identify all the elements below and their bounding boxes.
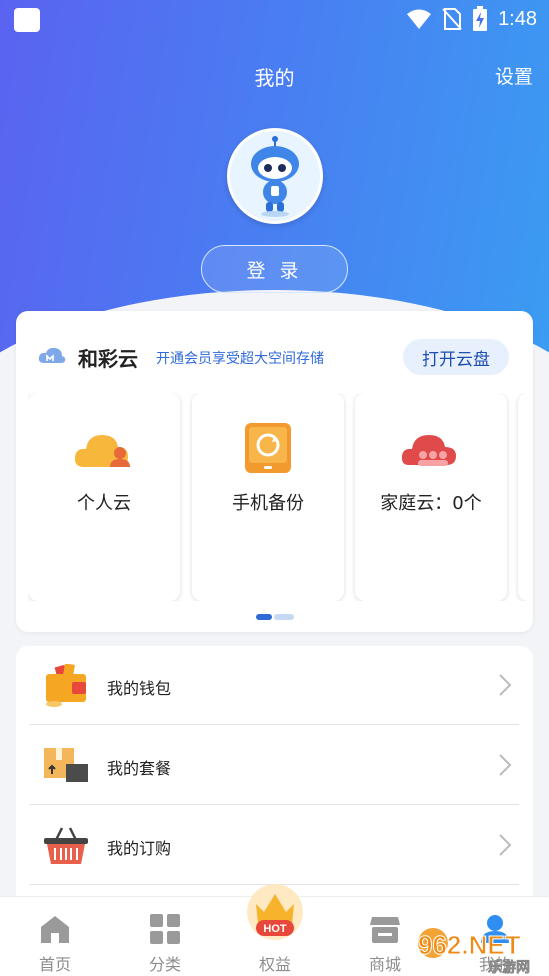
tile-family-cloud[interactable]: 家庭云：0个 [355,393,507,601]
tile-phone-backup[interactable]: 手机备份 [192,393,344,601]
robot-mascot-icon [251,136,299,217]
open-cloud-button[interactable]: 打开云盘 [403,339,509,375]
cloud-logo-icon [38,347,66,363]
login-button[interactable]: 登 录 [201,245,348,293]
cloud-tiles-carousel[interactable]: 个人云 手机备份 家庭云：0个 [28,393,533,601]
page-dot-active [256,614,272,620]
nav-label: 首页 [38,955,71,974]
tile-personal-cloud[interactable]: 个人云 [28,393,180,601]
menu-item-wallet[interactable]: 我的钱包 [16,646,533,725]
notification-icon [14,8,40,32]
menu-label: 我的订购 [107,839,172,858]
family-cloud-icon [401,435,456,466]
store-icon [370,917,400,943]
wallet-icon [46,664,86,707]
settings-link[interactable]: 设置 [495,62,533,89]
title-bar: 我的 设置 [0,60,549,92]
category-icon [150,914,180,944]
menu-item-orders[interactable]: 我的订购 [16,806,533,885]
personal-cloud-icon [74,435,130,467]
hot-badge-text: HOT [263,923,287,935]
rights-icon[interactable]: HOT [246,882,304,942]
nav-label: 权益 [258,955,291,974]
menu-label: 我的钱包 [107,679,172,698]
divider [30,804,519,805]
phone-backup-icon [245,423,291,473]
watermark-subtext: 乐游网 [488,959,530,976]
nav-home[interactable]: 首页 [0,897,110,976]
menu-list: 我的钱包 我的套餐 我的订购 [16,646,533,896]
chevron-right-icon [499,674,512,696]
tile-label: 家庭云：0个 [380,493,482,514]
home-icon [41,916,69,943]
nav-label: 分类 [148,955,181,974]
cloud-promo-text[interactable]: 开通会员享受超大空间存储 [156,348,324,368]
page-title: 我的 [254,66,295,90]
package-icon [44,748,88,782]
chevron-right-icon [499,834,512,856]
nav-category[interactable]: 分类 [110,897,220,976]
avatar[interactable] [227,128,323,224]
watermark-text: 962.NET [418,930,521,960]
clock: 1:48 [498,7,537,30]
carousel-page-indicator [256,614,294,620]
watermark-logo: 962.NET 乐游网 [418,928,530,976]
cloud-brand-name: 和彩云 [78,347,138,371]
no-sim-icon [442,8,462,30]
tile-label: 手机备份 [232,493,304,514]
status-bar: 1:48 [0,0,549,38]
basket-icon [44,827,88,864]
wifi-icon [407,9,432,29]
cloud-header: 和彩云 开通会员享受超大空间存储 打开云盘 [16,339,533,375]
menu-item-package[interactable]: 我的套餐 [16,726,533,805]
tile-next-partial[interactable] [518,393,533,601]
divider [30,724,519,725]
chevron-right-icon [499,754,512,776]
menu-label: 我的套餐 [107,759,172,778]
cloud-card: 和彩云 开通会员享受超大空间存储 打开云盘 个人云 手机备份 家庭云：0个 [16,311,533,632]
tile-label: 个人云 [77,493,131,514]
page-dot [274,614,294,620]
battery-charging-icon [473,6,488,31]
